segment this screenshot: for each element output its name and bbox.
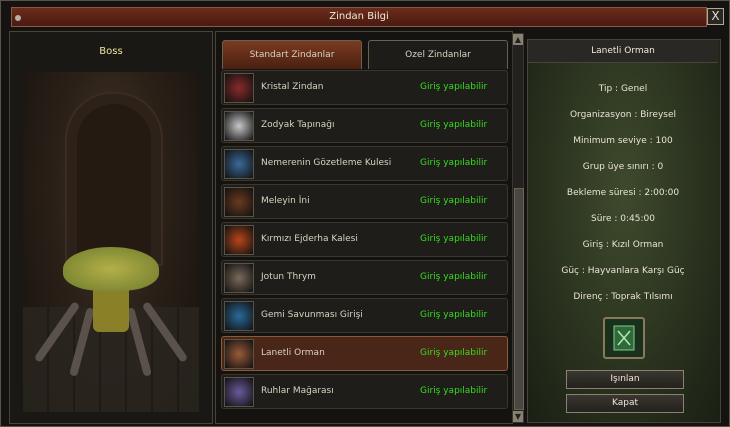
- window-title: Zindan Bilgi: [329, 11, 389, 22]
- close-window-button[interactable]: X: [707, 8, 724, 25]
- dungeon-status: Giriş yapılabilir: [420, 386, 488, 396]
- cursed-forest-icon: [224, 339, 254, 369]
- scroll-up-button[interactable]: ▲: [513, 34, 523, 45]
- detail-cooldown: Bekleme süresi : 2:00:00: [566, 188, 680, 198]
- dungeon-row[interactable]: Gemi Savunması Girişi Giriş yapılabilir: [221, 298, 508, 333]
- detail-duration: Süre : 0:45:00: [591, 214, 655, 224]
- tab-standard-dungeons[interactable]: Standart Zindanlar: [222, 40, 362, 69]
- dungeon-row[interactable]: Meleyin İni Giriş yapılabilir: [221, 184, 508, 219]
- dungeon-row[interactable]: Jotun Thrym Giriş yapılabilir: [221, 260, 508, 295]
- dungeon-name: Nemerenin Gözetleme Kulesi: [261, 158, 392, 168]
- detail-entrance: Giriş : Kızıl Orman: [582, 240, 664, 250]
- dungeon-status: Giriş yapılabilir: [420, 310, 488, 320]
- detail-resistance: Direnç : Toprak Tılsımı: [573, 292, 673, 302]
- dungeon-status: Giriş yapılabilir: [420, 120, 488, 130]
- dungeon-name: Gemi Savunması Girişi: [261, 310, 363, 320]
- dungeon-name: Kristal Zindan: [261, 82, 324, 92]
- dungeon-row[interactable]: Nemerenin Gözetleme Kulesi Giriş yapılabi…: [221, 146, 508, 181]
- window-menu-icon: [15, 15, 21, 21]
- dungeon-details-title: Lanetli Orman: [528, 40, 718, 63]
- boss-preview-image: [23, 72, 199, 412]
- meley-dragon-icon: [224, 187, 254, 217]
- crystal-demon-icon: [224, 73, 254, 103]
- sea-creature-icon: [224, 301, 254, 331]
- detail-strength: Güç : Hayvanlara Karşı Güç: [561, 266, 685, 276]
- dungeon-status: Giriş yapılabilir: [420, 234, 488, 244]
- dungeon-name: Kırmızı Ejderha Kalesi: [261, 234, 358, 244]
- ice-dragon-icon: [224, 149, 254, 179]
- dungeon-info-window: Zindan Bilgi X Boss Standart Zindanlar O…: [0, 0, 730, 427]
- scroll-thumb[interactable]: [514, 188, 524, 410]
- dungeon-details-panel: Lanetli Orman Tip : Genel Organizasyon :…: [527, 39, 721, 423]
- dungeon-name: Meleyin İni: [261, 196, 310, 206]
- title-bar[interactable]: Zindan Bilgi: [11, 7, 707, 27]
- detail-type: Tip : Genel: [598, 84, 648, 94]
- background-door: [65, 92, 163, 266]
- red-dragon-icon: [224, 225, 254, 255]
- dungeon-name: Jotun Thrym: [261, 272, 316, 282]
- dungeon-list-panel: Standart Zindanlar Ozel Zindanlar Krista…: [215, 31, 513, 424]
- detail-organization: Organizasyon : Bireysel: [569, 110, 677, 120]
- dungeon-name: Lanetli Orman: [261, 348, 325, 358]
- dungeon-status: Giriş yapılabilir: [420, 82, 488, 92]
- dungeon-row[interactable]: Lanetli Orman Giriş yapılabilir: [221, 336, 508, 371]
- boss-panel: Boss: [9, 31, 213, 424]
- scroll-down-button[interactable]: ▼: [513, 411, 523, 422]
- dungeon-row[interactable]: Zodyak Tapınağı Giriş yapılabilir: [221, 108, 508, 143]
- dungeon-row[interactable]: Kristal Zindan Giriş yapılabilir: [221, 70, 508, 105]
- dungeon-status: Giriş yapılabilir: [420, 196, 488, 206]
- close-button[interactable]: Kapat: [566, 394, 684, 413]
- dungeon-name: Ruhlar Mağarası: [261, 386, 334, 396]
- dungeon-status: Giriş yapılabilir: [420, 272, 488, 282]
- detail-party-limit: Grup üye sınırı : 0: [582, 162, 664, 172]
- boss-label: Boss: [99, 46, 123, 57]
- dungeon-status: Giriş yapılabilir: [420, 158, 488, 168]
- boss-mushroom-cap: [63, 247, 159, 291]
- green-book-icon[interactable]: [603, 317, 645, 359]
- detail-min-level: Minimum seviye : 100: [573, 136, 673, 146]
- list-scrollbar[interactable]: ▲ ▼: [512, 33, 524, 423]
- dungeon-status: Giriş yapılabilir: [420, 348, 488, 358]
- teleport-button[interactable]: Işınlan: [566, 370, 684, 389]
- spirit-cave-icon: [224, 377, 254, 407]
- dungeon-row[interactable]: Kırmızı Ejderha Kalesi Giriş yapılabilir: [221, 222, 508, 257]
- zodiac-tiger-icon: [224, 111, 254, 141]
- tab-special-dungeons[interactable]: Ozel Zindanlar: [368, 40, 508, 69]
- dungeon-row[interactable]: Ruhlar Mağarası Giriş yapılabilir: [221, 374, 508, 409]
- dungeon-name: Zodyak Tapınağı: [261, 120, 335, 130]
- jotun-giant-icon: [224, 263, 254, 293]
